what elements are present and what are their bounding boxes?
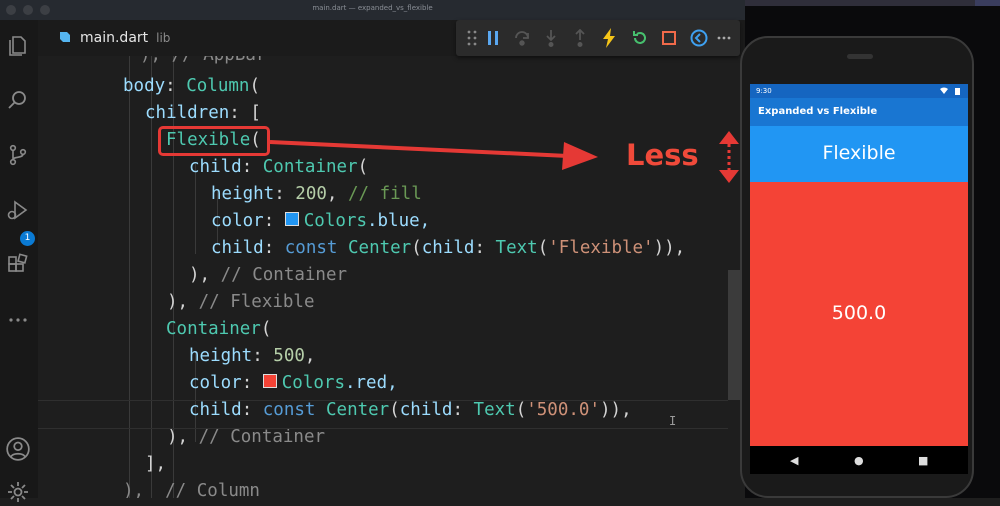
code-line: ], [145, 454, 167, 474]
more-icon[interactable] [714, 28, 734, 48]
window-title: main.dart — expanded_vs_flexible [312, 4, 433, 12]
window-titlebar: main.dart — expanded_vs_flexible [0, 0, 745, 20]
pause-button[interactable] [483, 28, 503, 48]
hot-reload-icon[interactable] [599, 28, 619, 48]
red-container-text: 500.0 [831, 302, 887, 324]
explorer-icon[interactable] [4, 32, 32, 60]
step-out-button[interactable] [570, 28, 590, 48]
code-line: ), // Flexible [167, 292, 315, 312]
red-color-swatch[interactable] [262, 374, 277, 388]
status-bar: 9:30 [750, 84, 968, 98]
flexible-container: Flexible [750, 126, 968, 182]
debug-toolbar [456, 20, 740, 56]
flexible-highlight-box [158, 126, 270, 156]
home-icon[interactable]: ● [854, 454, 864, 467]
debug-badge: 1 [20, 231, 35, 246]
code-line: children: [ [145, 103, 261, 123]
status-time: 9:30 [756, 87, 772, 95]
text-cursor-icon: I [669, 414, 677, 428]
back-icon[interactable]: ◀ [790, 454, 798, 467]
tab-main-dart[interactable]: main.dart lib [58, 20, 170, 56]
code-line: color: Colors.red, [189, 373, 398, 393]
code-editor[interactable]: ), // AppBar body: Column( children: [ F… [38, 56, 745, 498]
code-line: ), // Column [123, 481, 260, 498]
red-container: 500.0 [750, 182, 968, 446]
tab-folder: lib [156, 31, 171, 45]
stop-icon[interactable] [659, 28, 679, 48]
step-over-button[interactable] [512, 28, 532, 48]
extensions-icon[interactable] [4, 251, 32, 279]
code-line: Container( [166, 319, 272, 339]
devtools-search-icon[interactable] [689, 28, 709, 48]
code-line: ), // AppBar [140, 56, 266, 69]
code-line: child: const Center(child: Text('Flexibl… [211, 238, 686, 258]
more-icon[interactable] [4, 306, 32, 334]
search-icon[interactable] [4, 86, 32, 114]
less-label: Less [626, 138, 699, 172]
restart-icon[interactable] [630, 28, 650, 48]
annotation-arrow [269, 140, 598, 170]
app-bar-title: Expanded vs Flexible [758, 106, 878, 117]
step-into-button[interactable] [541, 28, 561, 48]
phone-screen[interactable]: 9:30 Expanded vs Flexible Flexible 500.0… [750, 84, 968, 474]
dart-file-icon [58, 29, 72, 48]
code-line: ), // Container [189, 265, 348, 285]
android-nav-bar: ◀ ● ■ [750, 446, 968, 474]
drag-handle-icon[interactable] [462, 28, 482, 48]
settings-icon[interactable] [4, 478, 32, 506]
account-icon[interactable] [4, 435, 32, 463]
blue-color-swatch[interactable] [284, 212, 299, 226]
indent-guide [129, 56, 130, 498]
emulator-top-strip [975, 0, 1000, 6]
run-debug-icon[interactable] [4, 196, 32, 224]
phone-speaker [847, 54, 873, 59]
emulator-top-strip [745, 0, 975, 6]
app-bar: Expanded vs Flexible [750, 98, 968, 126]
code-line: height: 200, // fill [211, 184, 422, 204]
battery-icon [955, 87, 960, 97]
code-line: color: Colors.blue, [211, 211, 431, 231]
recents-icon[interactable]: ■ [918, 454, 928, 467]
activity-bar: 1 [0, 20, 38, 502]
code-line: body: Column( [123, 76, 260, 96]
tab-filename: main.dart [80, 30, 149, 46]
source-control-icon[interactable] [4, 141, 32, 169]
flexible-text: Flexible [822, 142, 896, 164]
current-line-highlight [38, 400, 728, 429]
code-line: height: 500, [189, 346, 316, 366]
wifi-icon [940, 87, 948, 96]
